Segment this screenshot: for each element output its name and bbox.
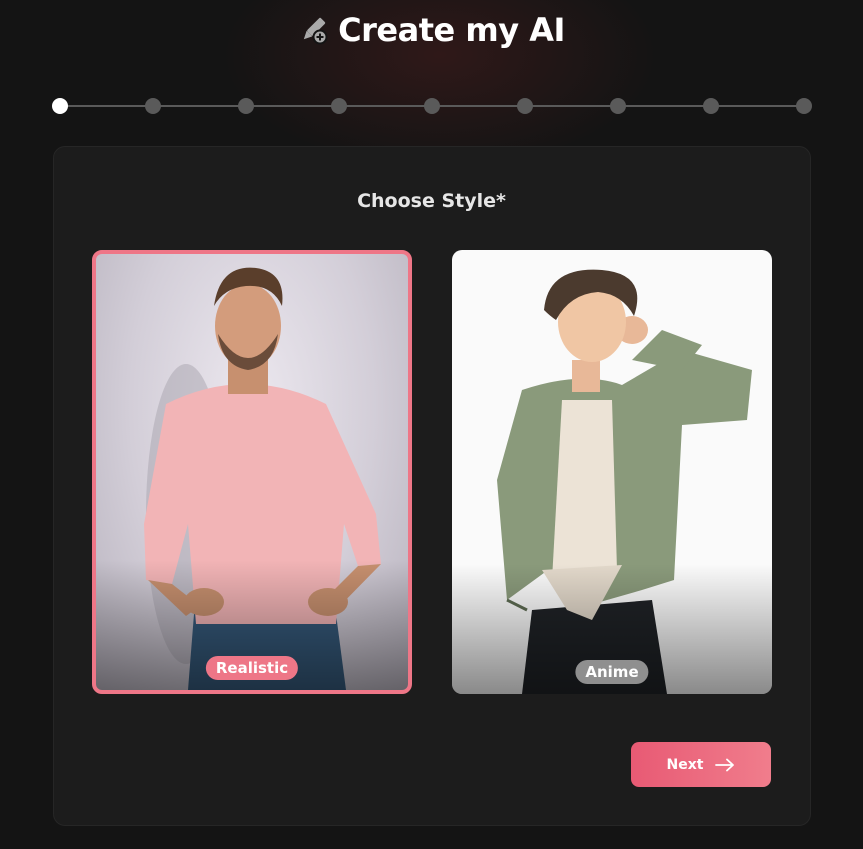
page-title: Create my AI bbox=[338, 11, 565, 49]
step-7[interactable] bbox=[610, 98, 626, 114]
step-9[interactable] bbox=[796, 98, 812, 114]
card-title: Choose Style* bbox=[357, 190, 506, 212]
progress-stepper bbox=[52, 97, 812, 115]
next-button-label: Next bbox=[666, 756, 704, 773]
next-button[interactable]: Next bbox=[631, 742, 771, 787]
style-option-realistic[interactable]: Realistic bbox=[92, 250, 412, 694]
style-label-anime: Anime bbox=[575, 660, 649, 684]
step-3[interactable] bbox=[238, 98, 254, 114]
style-option-anime[interactable]: Anime bbox=[452, 250, 772, 694]
style-label-realistic: Realistic bbox=[205, 656, 299, 680]
pencil-plus-icon bbox=[303, 17, 328, 45]
page-header: Create my AI bbox=[0, 8, 863, 52]
step-8[interactable] bbox=[703, 98, 719, 114]
step-4[interactable] bbox=[331, 98, 347, 114]
step-1[interactable] bbox=[52, 98, 68, 114]
step-2[interactable] bbox=[145, 98, 161, 114]
step-6[interactable] bbox=[517, 98, 533, 114]
arrow-right-icon bbox=[715, 758, 735, 771]
step-5[interactable] bbox=[424, 98, 440, 114]
